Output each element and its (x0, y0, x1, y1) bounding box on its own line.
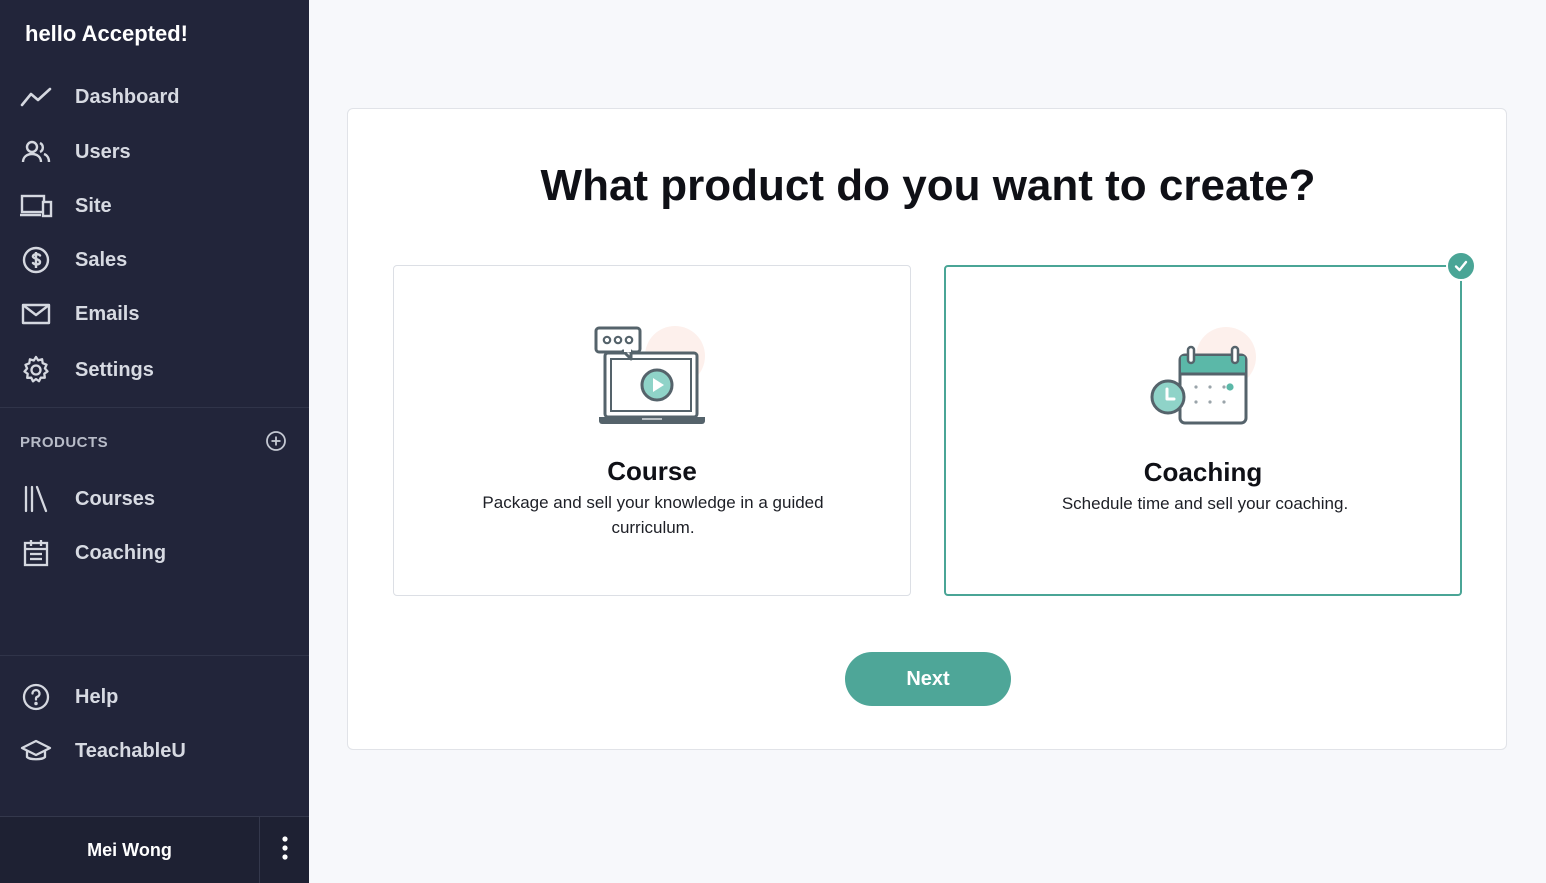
kebab-menu-icon (281, 835, 289, 866)
products-section-title: PRODUCTS (20, 434, 109, 451)
envelope-icon (19, 299, 53, 329)
calendar-clock-icon (1138, 319, 1268, 429)
nav-label-help: Help (75, 685, 119, 708)
sidebar-divider (0, 407, 309, 408)
nav-item-coaching[interactable]: Coaching (0, 531, 309, 575)
nav-item-teachableu[interactable]: TeachableU (0, 729, 309, 773)
chart-line-icon (19, 82, 53, 112)
next-button[interactable]: Next (845, 652, 1011, 706)
gear-icon (19, 355, 53, 385)
nav-label-courses: Courses (75, 487, 156, 510)
coaching-option-card[interactable]: Coaching Schedule time and sell your coa… (944, 251, 1476, 596)
nav-label-coaching: Coaching (75, 541, 167, 564)
graduation-cap-icon (19, 736, 53, 766)
school-greeting: hello Accepted! (25, 21, 188, 46)
nav-item-users[interactable]: Users (0, 130, 309, 174)
check-icon (1446, 251, 1476, 281)
nav-label-teachableu: TeachableU (75, 739, 186, 762)
course-option-description: Package and sell your knowledge in a gui… (482, 493, 824, 537)
users-icon (19, 137, 53, 167)
nav-item-settings[interactable]: Settings (0, 348, 309, 392)
course-option-card[interactable]: Course Package and sell your knowledge i… (393, 265, 911, 596)
nav-label-site: Site (75, 194, 112, 217)
nav-label-sales: Sales (75, 248, 128, 271)
nav-label-users: Users (75, 140, 131, 163)
question-circle-icon (19, 682, 53, 712)
nav-item-emails[interactable]: Emails (0, 292, 309, 336)
sidebar-divider (0, 655, 309, 656)
add-product-button[interactable] (264, 429, 288, 453)
plus-circle-icon (264, 431, 288, 457)
nav-item-help[interactable]: Help (0, 675, 309, 719)
course-option-title: Course (607, 456, 697, 486)
sidebar: hello Accepted! Dashboard Users Site Sal… (0, 0, 309, 883)
nav-label-emails: Emails (75, 302, 140, 325)
nav-label-dashboard: Dashboard (75, 85, 180, 108)
library-icon (19, 484, 53, 514)
calendar-list-icon (19, 538, 53, 568)
nav-item-site[interactable]: Site (0, 184, 309, 228)
nav-label-settings: Settings (75, 358, 154, 381)
nav-item-courses[interactable]: Courses (0, 477, 309, 521)
page-title: What product do you want to create? (540, 161, 1316, 210)
coaching-option-description: Schedule time and sell your coaching. (1061, 494, 1349, 513)
nav-item-dashboard[interactable]: Dashboard (0, 75, 309, 119)
nav-item-sales[interactable]: Sales (0, 238, 309, 282)
devices-icon (19, 191, 53, 221)
user-menu-button[interactable] (260, 817, 309, 883)
dollar-circle-icon (19, 245, 53, 275)
laptop-video-icon (587, 318, 717, 428)
user-bar: Mei Wong (0, 816, 309, 883)
coaching-option-title: Coaching (1143, 457, 1263, 487)
create-product-panel: What product do you want to create? Cour… (347, 108, 1507, 750)
user-name[interactable]: Mei Wong (0, 817, 259, 883)
